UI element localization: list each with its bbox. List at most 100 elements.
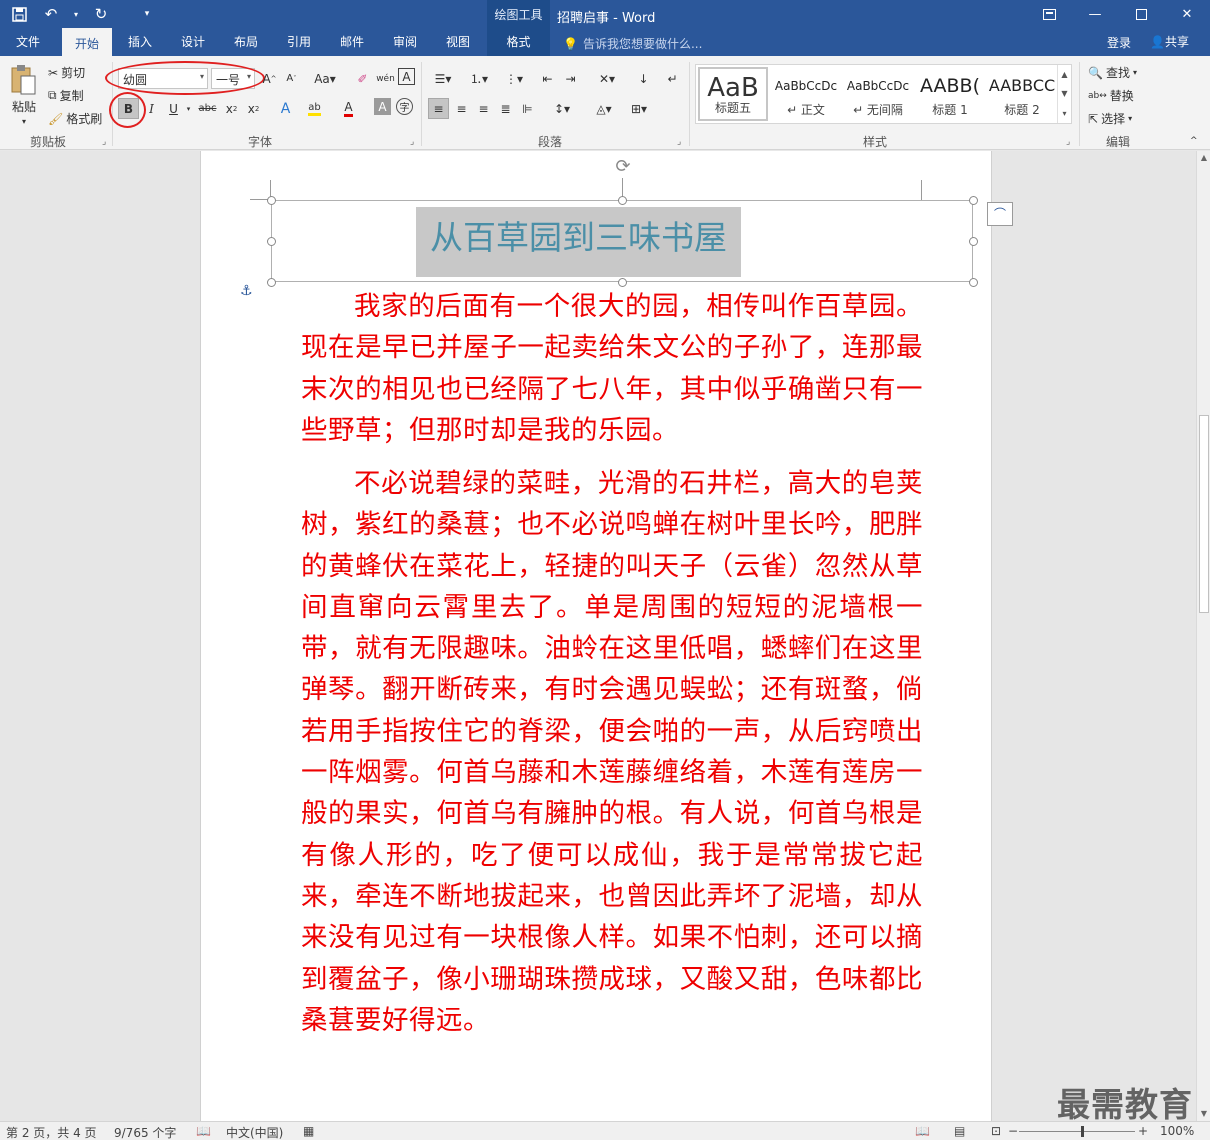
character-border-icon[interactable]: A: [398, 68, 415, 85]
macro-icon[interactable]: ▦: [303, 1124, 314, 1138]
shrink-font-icon[interactable]: Aˇ: [281, 68, 302, 89]
resize-handle[interactable]: [618, 196, 627, 205]
styles-scroll[interactable]: ▲ ▼ ▾: [1057, 65, 1071, 123]
resize-handle[interactable]: [267, 278, 276, 287]
align-right-button[interactable]: ≡: [473, 98, 494, 119]
change-case-icon[interactable]: Aa▾: [311, 68, 339, 89]
zoom-level[interactable]: 100%: [1160, 1124, 1194, 1138]
body-paragraph[interactable]: 我家的后面有一个很大的园，相传叫作百草园。现在是早已并屋子一起卖给朱文公的子孙了…: [301, 286, 923, 451]
tab-layout[interactable]: 布局: [220, 28, 272, 56]
font-color-icon[interactable]: A: [338, 98, 359, 119]
zoom-in-icon[interactable]: +: [1138, 1124, 1148, 1138]
align-left-button[interactable]: ≡: [428, 98, 449, 119]
chevron-down-icon[interactable]: ▼: [1061, 89, 1067, 98]
page-count[interactable]: 第 2 页，共 4 页: [6, 1124, 97, 1140]
subscript-button[interactable]: x2: [221, 98, 242, 119]
phonetic-guide-icon[interactable]: wén: [375, 68, 396, 89]
document-heading[interactable]: 从百草园到三味书屋: [416, 207, 741, 277]
maximize-icon[interactable]: [1118, 0, 1164, 28]
tab-mailings[interactable]: 邮件: [326, 28, 378, 56]
proofing-icon[interactable]: 📖: [196, 1124, 211, 1138]
font-launcher-icon[interactable]: ⌟: [410, 137, 414, 147]
clipboard-launcher-icon[interactable]: ⌟: [102, 137, 106, 147]
zoom-slider-thumb[interactable]: [1081, 1126, 1084, 1137]
select-button[interactable]: ⇱ 选择 ▾: [1088, 110, 1132, 127]
style-heading2[interactable]: AABBCC 标题 2: [987, 67, 1057, 121]
numbering-icon[interactable]: ⒈▾: [464, 68, 494, 89]
ribbon-display-options-icon[interactable]: [1026, 0, 1072, 28]
shading-icon[interactable]: ◬▾: [589, 98, 619, 119]
strikethrough-button[interactable]: abc: [197, 98, 218, 119]
copy-button[interactable]: ⧉ 复制: [48, 87, 84, 104]
cut-button[interactable]: ✂ 剪切: [48, 64, 85, 81]
italic-button[interactable]: I: [141, 98, 162, 119]
share-button[interactable]: 👤共享: [1150, 33, 1189, 50]
style-heading5[interactable]: AaB 标题五: [698, 67, 768, 121]
vertical-scrollbar[interactable]: ▲ ▼: [1196, 151, 1210, 1121]
find-button[interactable]: 🔍 查找 ▾: [1088, 64, 1137, 81]
justify-button[interactable]: ≣: [495, 98, 516, 119]
tab-format[interactable]: 格式: [487, 28, 550, 56]
scroll-thumb[interactable]: [1199, 415, 1209, 613]
word-count[interactable]: 9/765 个字: [114, 1124, 176, 1140]
undo-icon[interactable]: ↶: [40, 4, 62, 24]
decrease-indent-icon[interactable]: ⇤: [537, 68, 558, 89]
chinese-layout-icon[interactable]: ✕▾: [592, 68, 622, 89]
resize-handle[interactable]: [969, 237, 978, 246]
underline-dropdown-icon[interactable]: ▾: [178, 98, 199, 119]
borders-icon[interactable]: ⊞▾: [624, 98, 654, 119]
style-heading1[interactable]: AABB( 标题 1: [915, 67, 985, 121]
sort-icon[interactable]: ↓: [633, 68, 654, 89]
zoom-out-icon[interactable]: −: [1008, 1124, 1018, 1138]
layout-options-icon[interactable]: ⌒: [987, 202, 1013, 226]
print-layout-icon[interactable]: ▤: [954, 1124, 965, 1138]
paste-button[interactable]: 粘贴 ▾: [8, 64, 40, 126]
minimize-icon[interactable]: —: [1072, 0, 1118, 28]
undo-dropdown-icon[interactable]: ▾: [72, 4, 80, 24]
multilevel-list-icon[interactable]: ⋮▾: [499, 68, 529, 89]
language-indicator[interactable]: 中文(中国): [226, 1124, 283, 1140]
read-mode-icon[interactable]: 📖: [915, 1124, 930, 1138]
format-painter-button[interactable]: 🖌 格式刷: [48, 110, 102, 127]
increase-indent-icon[interactable]: ⇥: [560, 68, 581, 89]
grow-font-icon[interactable]: A ^: [259, 68, 280, 89]
rotate-handle-icon[interactable]: ⟳: [612, 156, 634, 178]
resize-handle[interactable]: [267, 196, 276, 205]
text-effects-icon[interactable]: A: [275, 98, 296, 119]
styles-launcher-icon[interactable]: ⌟: [1066, 137, 1070, 147]
scroll-down-icon[interactable]: ▼: [1197, 1107, 1210, 1121]
redo-icon[interactable]: ↻: [90, 4, 112, 24]
style-no-spacing[interactable]: AaBbCcDc ↵ 无间隔: [843, 67, 913, 121]
replace-button[interactable]: ab↔ 替换: [1088, 87, 1134, 104]
tab-file[interactable]: 文件: [0, 28, 56, 56]
web-layout-icon[interactable]: ⊡: [991, 1124, 1001, 1138]
tab-insert[interactable]: 插入: [114, 28, 166, 56]
scroll-up-icon[interactable]: ▲: [1197, 151, 1210, 165]
save-icon[interactable]: [8, 4, 30, 24]
distributed-button[interactable]: ⊫: [517, 98, 538, 119]
style-normal[interactable]: AaBbCcDc ↵ 正文: [771, 67, 841, 121]
tab-design[interactable]: 设计: [167, 28, 219, 56]
tab-review[interactable]: 审阅: [379, 28, 431, 56]
tab-references[interactable]: 引用: [273, 28, 325, 56]
chevron-up-icon[interactable]: ▲: [1061, 70, 1067, 79]
collapse-ribbon-icon[interactable]: ^: [1190, 136, 1198, 146]
customize-qat-icon[interactable]: ▾: [136, 4, 158, 24]
highlight-color-icon[interactable]: ab: [304, 98, 325, 119]
tab-home[interactable]: 开始: [62, 28, 112, 56]
resize-handle[interactable]: [267, 237, 276, 246]
character-shading-icon[interactable]: A: [374, 98, 391, 115]
zoom-slider[interactable]: [1019, 1131, 1135, 1132]
tab-view[interactable]: 视图: [432, 28, 484, 56]
show-marks-icon[interactable]: ↵: [662, 68, 683, 89]
more-styles-icon[interactable]: ▾: [1062, 109, 1066, 118]
align-center-button[interactable]: ≡: [451, 98, 472, 119]
line-spacing-icon[interactable]: ↕▾: [548, 98, 576, 119]
resize-handle[interactable]: [969, 278, 978, 287]
bullets-icon[interactable]: ☰▾: [428, 68, 458, 89]
tell-me-box[interactable]: 💡 告诉我您想要做什么...: [563, 35, 702, 52]
superscript-button[interactable]: x2: [243, 98, 264, 119]
paragraph-launcher-icon[interactable]: ⌟: [677, 137, 681, 147]
resize-handle[interactable]: [969, 196, 978, 205]
body-paragraph[interactable]: 不必说碧绿的菜畦，光滑的石井栏，高大的皂荚树，紫红的桑葚；也不必说鸣蝉在树叶里长…: [301, 463, 923, 1041]
